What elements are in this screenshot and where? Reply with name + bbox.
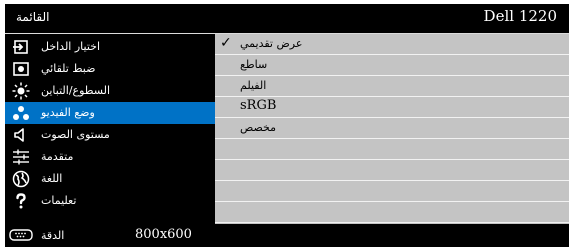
option-label: ساطع bbox=[240, 58, 268, 71]
menu-item-label: اللغة bbox=[41, 172, 63, 185]
menu-item-label: تعليمات bbox=[41, 194, 77, 207]
projector-osd: القائمة Dell 1220 اختيار الداخل ضبط تلقا… bbox=[0, 0, 574, 251]
menu-item-video-mode[interactable]: وضع الفيديو bbox=[5, 102, 215, 124]
resolution-connector-icon bbox=[9, 229, 33, 241]
menu-title: القائمة bbox=[16, 10, 50, 24]
option-presentation[interactable]: ✓ عرض تقديمي bbox=[215, 34, 569, 55]
option-label: عرض تقديمي bbox=[240, 37, 303, 50]
empty-row bbox=[215, 181, 569, 202]
menu-item-label: مستوى الصوت bbox=[41, 128, 110, 141]
option-movie[interactable]: الفيلم bbox=[215, 76, 569, 97]
option-label: مخصص bbox=[240, 121, 277, 134]
menu-item-brightness-contrast[interactable]: السطوع/التباين bbox=[5, 80, 215, 102]
menu-item-help[interactable]: تعليمات bbox=[5, 190, 215, 212]
auto-adjust-icon bbox=[13, 62, 29, 76]
menu-item-label: وضع الفيديو bbox=[41, 106, 95, 119]
advanced-settings-icon bbox=[13, 149, 29, 165]
option-label: sRGB bbox=[240, 98, 277, 113]
menu-item-label: السطوع/التباين bbox=[41, 84, 111, 97]
menu-item-advanced[interactable]: متقدمة bbox=[5, 146, 215, 168]
speaker-volume-icon bbox=[14, 128, 24, 142]
main-menu: اختيار الداخل ضبط تلقائي السطوع/التباين … bbox=[5, 34, 215, 224]
status-bar: الدقة 800x600 bbox=[5, 224, 569, 247]
option-label: الفيلم bbox=[240, 79, 267, 92]
video-mode-icon bbox=[13, 106, 29, 120]
menu-item-label: متقدمة bbox=[41, 150, 74, 163]
menu-item-volume[interactable]: مستوى الصوت bbox=[5, 124, 215, 146]
osd-frame: القائمة Dell 1220 اختيار الداخل ضبط تلقا… bbox=[5, 4, 569, 247]
option-srgb[interactable]: sRGB bbox=[215, 97, 569, 118]
option-custom[interactable]: مخصص bbox=[215, 118, 569, 139]
selected-check-icon: ✓ bbox=[220, 35, 232, 51]
help-question-icon bbox=[16, 193, 26, 209]
brightness-contrast-icon bbox=[12, 82, 30, 100]
menu-item-label: ضبط تلقائي bbox=[41, 62, 96, 75]
empty-row bbox=[215, 160, 569, 181]
option-bright[interactable]: ساطع bbox=[215, 55, 569, 76]
resolution-label: الدقة bbox=[41, 229, 65, 242]
input-select-icon bbox=[13, 40, 28, 54]
menu-item-label: اختيار الداخل bbox=[41, 40, 101, 53]
video-mode-panel: ✓ عرض تقديمي ساطع الفيلم sRGB مخصص bbox=[215, 34, 569, 224]
menu-item-language[interactable]: اللغة bbox=[5, 168, 215, 190]
empty-row bbox=[215, 139, 569, 160]
model-name: Dell 1220 bbox=[483, 7, 557, 25]
resolution-value: 800x600 bbox=[135, 227, 192, 242]
language-globe-icon bbox=[12, 170, 30, 188]
menu-item-auto-adjust[interactable]: ضبط تلقائي bbox=[5, 58, 215, 80]
menu-item-input-select[interactable]: اختيار الداخل bbox=[5, 36, 215, 58]
title-bar: القائمة Dell 1220 bbox=[5, 4, 569, 33]
empty-row bbox=[215, 202, 569, 223]
